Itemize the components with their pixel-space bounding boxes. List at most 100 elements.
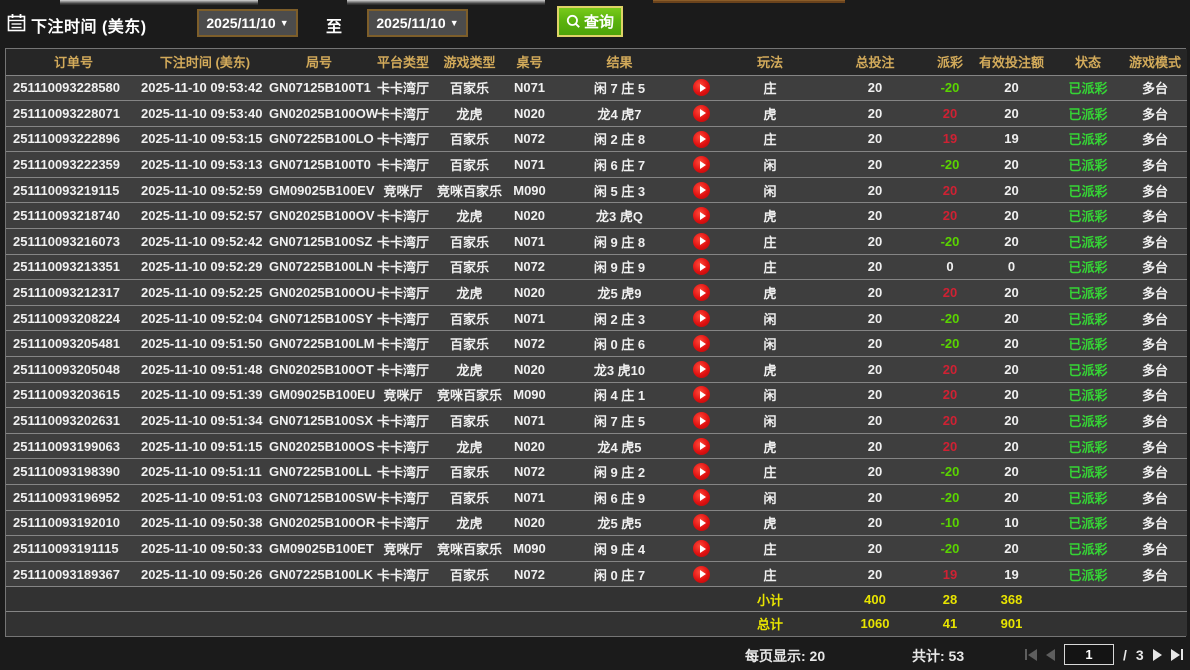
round-id-cell: GN02025B100OV [269, 203, 369, 229]
total-bet-cell: 20 [820, 101, 930, 127]
play-video-icon[interactable] [693, 463, 710, 480]
play-video-icon[interactable] [693, 156, 710, 173]
platform-cell: 竞咪厅 [369, 382, 437, 408]
payout-cell: -20 [930, 331, 970, 357]
skip-to-first-icon [1028, 649, 1037, 661]
next-page-icon[interactable] [1153, 649, 1162, 661]
game-type-cell: 龙虎 [437, 510, 502, 536]
mode-cell: 多台 [1123, 305, 1187, 331]
play-video-icon[interactable] [693, 489, 710, 506]
column-header-8: 玩法 [720, 49, 820, 75]
round-id-cell: GM09025B100EV [269, 177, 369, 203]
order-id-cell: 251110093219115 [6, 177, 141, 203]
play-method-cell: 庄 [720, 459, 820, 485]
play-video-icon[interactable] [693, 438, 710, 455]
table-no-cell: M090 [502, 382, 557, 408]
mode-cell: 多台 [1123, 561, 1187, 587]
play-video-icon[interactable] [693, 514, 710, 531]
status-cell: 已派彩 [1053, 485, 1123, 511]
subtotal-row: 小计40028368 [6, 587, 1187, 612]
round-id-cell: GN02025B100OS [269, 433, 369, 459]
table-no-cell: N020 [502, 203, 557, 229]
date-to-select[interactable]: 2025/11/10 ▼ [367, 9, 468, 37]
total-bet-cell: 20 [820, 126, 930, 152]
previous-page-icon[interactable] [1046, 649, 1055, 661]
order-id-cell: 251110093228580 [6, 75, 141, 101]
query-button[interactable]: 查询 [557, 6, 623, 37]
grand-total-row-value: 901 [970, 611, 1053, 636]
play-video-icon[interactable] [693, 361, 710, 378]
platform-cell: 卡卡湾厅 [369, 510, 437, 536]
play-video-icon[interactable] [693, 182, 710, 199]
play-method-cell: 庄 [720, 126, 820, 152]
play-method-cell: 闲 [720, 485, 820, 511]
status-cell: 已派彩 [1053, 561, 1123, 587]
platform-cell: 卡卡湾厅 [369, 305, 437, 331]
date-from-select[interactable]: 2025/11/10 ▼ [197, 9, 298, 37]
table-row: 2511100931983902025-11-10 09:51:11GN0722… [6, 459, 1187, 485]
page-number-input[interactable] [1064, 644, 1114, 665]
play-video-icon[interactable] [693, 207, 710, 224]
payout-cell: -20 [930, 459, 970, 485]
status-cell: 已派彩 [1053, 75, 1123, 101]
round-id-cell: GN02025B100OR [269, 510, 369, 536]
play-video-icon[interactable] [693, 284, 710, 301]
result-video-cell [682, 331, 720, 357]
payout-cell: 20 [930, 203, 970, 229]
total-bet-cell: 20 [820, 203, 930, 229]
total-bet-cell: 20 [820, 177, 930, 203]
game-type-cell: 龙虎 [437, 101, 502, 127]
last-page-button[interactable] [1171, 649, 1183, 661]
column-header-1: 下注时间 (美东) [141, 49, 269, 75]
play-video-icon[interactable] [693, 540, 710, 557]
play-video-icon[interactable] [693, 131, 710, 148]
bet-records-screen: 下注时间 (美东) 2025/11/10 ▼ 至 2025/11/10 ▼ 查询 [0, 0, 1190, 670]
grand-total-row: 总计106041901 [6, 611, 1187, 636]
play-video-icon[interactable] [693, 79, 710, 96]
game-type-cell: 百家乐 [437, 485, 502, 511]
result-video-cell [682, 126, 720, 152]
column-header-13: 游戏模式 [1123, 49, 1187, 75]
subtotal-row-spacer [682, 587, 720, 612]
platform-cell: 卡卡湾厅 [369, 331, 437, 357]
result-cell: 闲 9 庄 4 [557, 536, 682, 562]
bet-time-cell: 2025-11-10 09:52:04 [141, 305, 269, 331]
game-type-cell: 百家乐 [437, 305, 502, 331]
payout-cell: 19 [930, 561, 970, 587]
date-range-to-label: 至 [326, 13, 342, 37]
play-video-icon[interactable] [693, 386, 710, 403]
bet-time-cell: 2025-11-10 09:51:34 [141, 408, 269, 434]
total-bet-cell: 20 [820, 254, 930, 280]
status-cell: 已派彩 [1053, 382, 1123, 408]
order-id-cell: 251110093203615 [6, 382, 141, 408]
total-bet-cell: 20 [820, 280, 930, 306]
play-video-icon[interactable] [693, 310, 710, 327]
result-cell: 闲 0 庄 7 [557, 561, 682, 587]
game-type-cell: 龙虎 [437, 357, 502, 383]
valid-bet-cell: 19 [970, 126, 1053, 152]
result-cell: 闲 7 庄 5 [557, 75, 682, 101]
valid-bet-cell: 20 [970, 485, 1053, 511]
play-video-icon[interactable] [693, 233, 710, 250]
play-video-icon[interactable] [693, 335, 710, 352]
play-video-icon[interactable] [693, 105, 710, 122]
play-video-icon[interactable] [693, 412, 710, 429]
first-page-button[interactable] [1025, 649, 1037, 661]
game-type-cell: 竞咪百家乐 [437, 177, 502, 203]
bet-time-cell: 2025-11-10 09:52:59 [141, 177, 269, 203]
subtotal-row-value: 368 [970, 587, 1053, 612]
result-video-cell [682, 382, 720, 408]
play-method-cell: 虎 [720, 510, 820, 536]
table-row: 2511100932285802025-11-10 09:53:42GN0712… [6, 75, 1187, 101]
mode-cell: 多台 [1123, 203, 1187, 229]
table-row: 2511100932026312025-11-10 09:51:34GN0712… [6, 408, 1187, 434]
valid-bet-cell: 20 [970, 459, 1053, 485]
valid-bet-cell: 20 [970, 357, 1053, 383]
subtotal-row-spacer [369, 587, 437, 612]
payout-cell: -20 [930, 305, 970, 331]
play-video-icon[interactable] [693, 566, 710, 583]
valid-bet-cell: 20 [970, 203, 1053, 229]
result-video-cell [682, 254, 720, 280]
payout-cell: 20 [930, 433, 970, 459]
play-video-icon[interactable] [693, 258, 710, 275]
